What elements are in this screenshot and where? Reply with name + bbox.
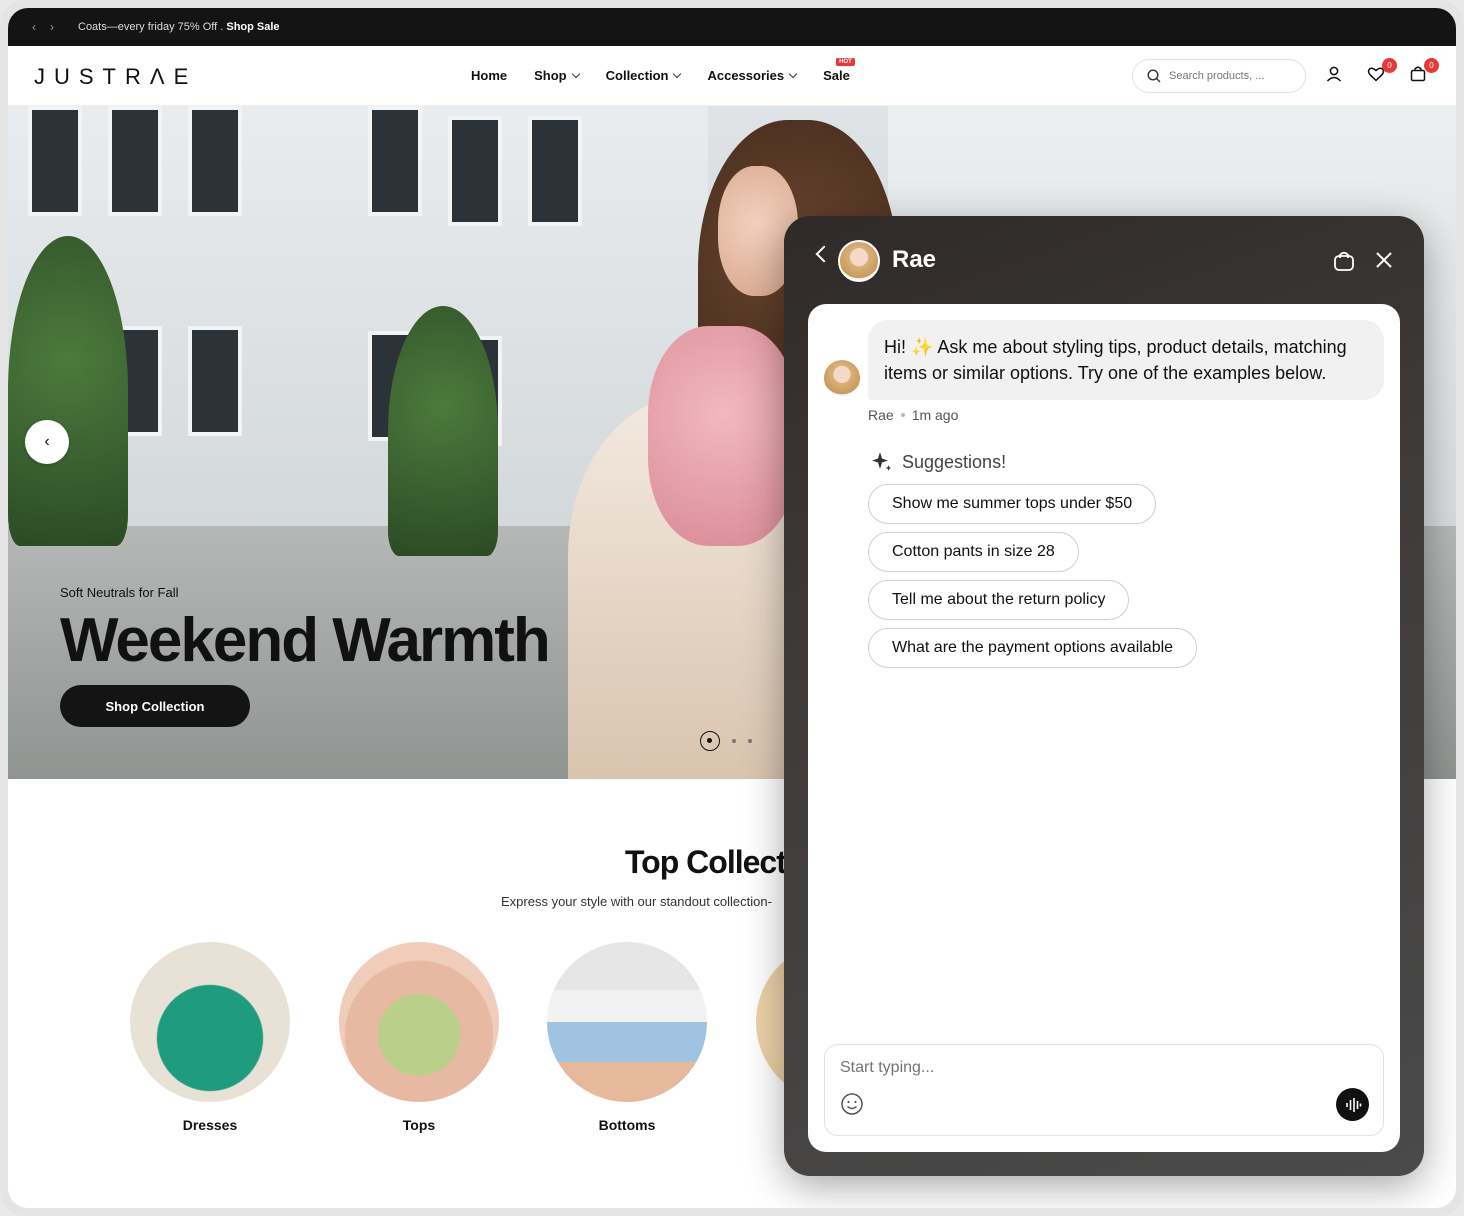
- cart-count-badge: 0: [1424, 58, 1439, 73]
- site-header: JUSTRΛE Home Shop Collection Accessories…: [8, 46, 1456, 106]
- suggestions-title: Suggestions!: [902, 451, 1007, 472]
- device-frame: ‹ › Coats—every friday 75% Off . Shop Sa…: [0, 0, 1464, 1216]
- emoji-icon[interactable]: [840, 1092, 864, 1121]
- collections-subtitle: Express your style with our standout col…: [501, 894, 772, 909]
- message-input[interactable]: [840, 1059, 1320, 1077]
- tops-image: [339, 942, 499, 1102]
- header-icons: 0 0: [1324, 58, 1439, 86]
- nav-label: Collection: [605, 68, 669, 83]
- chevron-down-icon: [788, 69, 798, 79]
- building-window: [188, 106, 242, 216]
- wishlist-count-badge: 0: [1382, 58, 1397, 73]
- collection-label: Dresses: [182, 1117, 238, 1133]
- search-box[interactable]: [1132, 59, 1306, 93]
- chevron-down-icon: [571, 69, 580, 79]
- hero-tree: [388, 306, 498, 556]
- hero-prev-button[interactable]: ‹: [25, 420, 69, 464]
- nav-label: Shop: [534, 68, 567, 83]
- building-window: [28, 106, 82, 216]
- shopping-bag-icon[interactable]: [1332, 249, 1356, 278]
- announcement-arrows: ‹ ›: [32, 20, 54, 34]
- message-meta: Rae 1m ago: [868, 407, 958, 423]
- back-chevron-icon[interactable]: [815, 245, 833, 263]
- nav-label: Home: [471, 68, 508, 83]
- search-input[interactable]: [1169, 70, 1289, 82]
- chevron-down-icon: [673, 69, 682, 79]
- hero-model-scarf: [648, 326, 798, 546]
- dresses-image: [130, 942, 290, 1102]
- main-nav: Home Shop Collection Accessories HOT Sale: [471, 58, 855, 83]
- suggestion-chip[interactable]: What are the payment options available: [868, 628, 1198, 668]
- pagination-dot[interactable]: [748, 739, 752, 743]
- account-icon[interactable]: [1324, 64, 1346, 86]
- close-icon[interactable]: [1374, 250, 1394, 275]
- hero-pagination: [700, 731, 752, 751]
- hero-title: Weekend Warmth: [60, 606, 551, 675]
- chevron-right-icon[interactable]: ›: [50, 20, 54, 34]
- agent-message: Hi! ✨ Ask me about styling tips, product…: [868, 320, 1384, 400]
- message-composer: [824, 1044, 1384, 1136]
- message-avatar: [824, 360, 860, 396]
- chevron-left-icon: ‹: [44, 433, 50, 450]
- pagination-dot-active[interactable]: [700, 731, 720, 751]
- nav-item-sale[interactable]: HOT Sale: [823, 58, 855, 83]
- announcement-message: Coats—every friday 75% Off . Shop Sale: [78, 21, 280, 33]
- chat-widget: Rae Hi! ✨ Ask me about styling tips, pro…: [784, 216, 1424, 1176]
- nav-item-collection[interactable]: Collection: [605, 68, 682, 83]
- shop-sale-link[interactable]: Shop Sale: [226, 21, 279, 33]
- chevron-left-icon[interactable]: ‹: [32, 20, 36, 34]
- message-author: Rae: [868, 407, 894, 423]
- nav-item-accessories[interactable]: Accessories: [707, 68, 798, 83]
- collection-item-tops[interactable]: Tops: [338, 942, 500, 1133]
- building-window: [368, 106, 422, 216]
- agent-avatar: [838, 240, 880, 282]
- collection-item-dresses[interactable]: Dresses: [129, 942, 291, 1133]
- nav-label: Sale: [823, 68, 850, 83]
- wishlist-icon[interactable]: 0: [1366, 58, 1397, 86]
- search-icon: [1147, 69, 1161, 83]
- sparkle-icon: [872, 452, 892, 471]
- pagination-dot[interactable]: [732, 739, 736, 743]
- shop-collection-button[interactable]: Shop Collection: [60, 685, 250, 727]
- nav-item-home[interactable]: Home: [471, 68, 507, 83]
- building-window: [108, 106, 162, 216]
- nav-item-shop[interactable]: Shop: [534, 68, 580, 83]
- suggestions-header: Suggestions!: [870, 450, 1006, 474]
- brand-logo[interactable]: JUSTRΛE: [34, 64, 197, 90]
- suggestion-chip[interactable]: Tell me about the return policy: [868, 580, 1130, 620]
- announcement-text: Coats—every friday 75% Off .: [78, 21, 227, 33]
- voice-input-button[interactable]: [1336, 1088, 1369, 1121]
- message-time: 1m ago: [911, 407, 959, 423]
- announcement-bar: ‹ › Coats—every friday 75% Off . Shop Sa…: [8, 8, 1456, 46]
- agent-name: Rae: [892, 246, 937, 273]
- browser-screen: ‹ › Coats—every friday 75% Off . Shop Sa…: [8, 8, 1456, 1208]
- meta-separator: [900, 413, 905, 417]
- building-window: [528, 116, 582, 226]
- hero-tree: [8, 236, 128, 546]
- hero-tagline: Soft Neutrals for Fall: [60, 585, 179, 600]
- collection-item-bottoms[interactable]: Bottoms: [546, 942, 708, 1133]
- collection-label: Bottoms: [598, 1117, 656, 1133]
- building-window: [188, 326, 242, 436]
- bottoms-image: [547, 942, 707, 1102]
- suggestion-chip[interactable]: Cotton pants in size 28: [868, 532, 1079, 572]
- nav-label: Accessories: [707, 68, 785, 83]
- collection-label: Tops: [402, 1117, 436, 1133]
- chat-panel: Hi! ✨ Ask me about styling tips, product…: [808, 304, 1400, 1152]
- suggestion-chip[interactable]: Show me summer tops under $50: [868, 484, 1157, 524]
- building-window: [448, 116, 502, 226]
- cart-icon[interactable]: 0: [1408, 58, 1439, 86]
- collections-title: Top Collect: [625, 844, 787, 880]
- hot-badge: HOT: [836, 58, 855, 66]
- audio-wave-icon: [1345, 1097, 1361, 1112]
